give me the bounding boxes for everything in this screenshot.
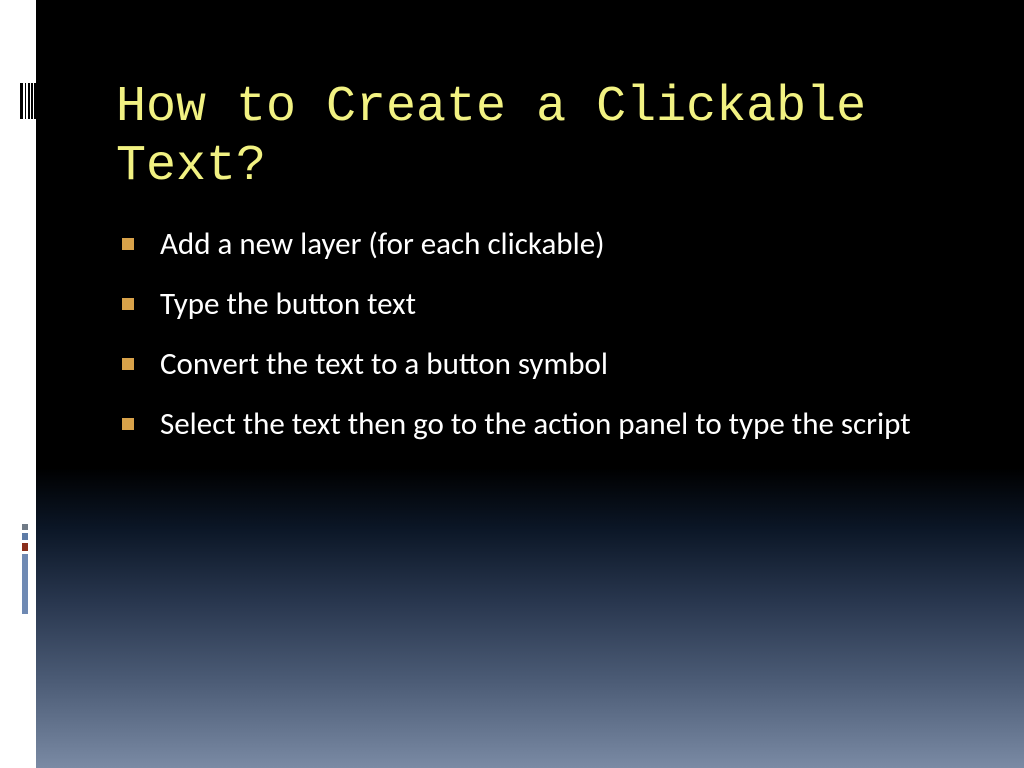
left-gutter xyxy=(0,0,36,768)
list-item: Add a new layer (for each clickable) xyxy=(116,224,944,266)
list-item: Select the text then go to the action pa… xyxy=(116,404,944,446)
list-item: Type the button text xyxy=(116,284,944,326)
slide-body: How to Create a Clickable Text? Add a ne… xyxy=(36,0,1024,768)
slide-title: How to Create a Clickable Text? xyxy=(116,78,944,196)
slide-content: How to Create a Clickable Text? Add a ne… xyxy=(36,0,1024,445)
background-gradient xyxy=(36,468,1024,768)
list-item: Convert the text to a button symbol xyxy=(116,344,944,386)
barcode-icon xyxy=(20,83,36,119)
bullet-list: Add a new layer (for each clickable) Typ… xyxy=(116,224,944,445)
accent-bars-icon xyxy=(22,524,34,617)
